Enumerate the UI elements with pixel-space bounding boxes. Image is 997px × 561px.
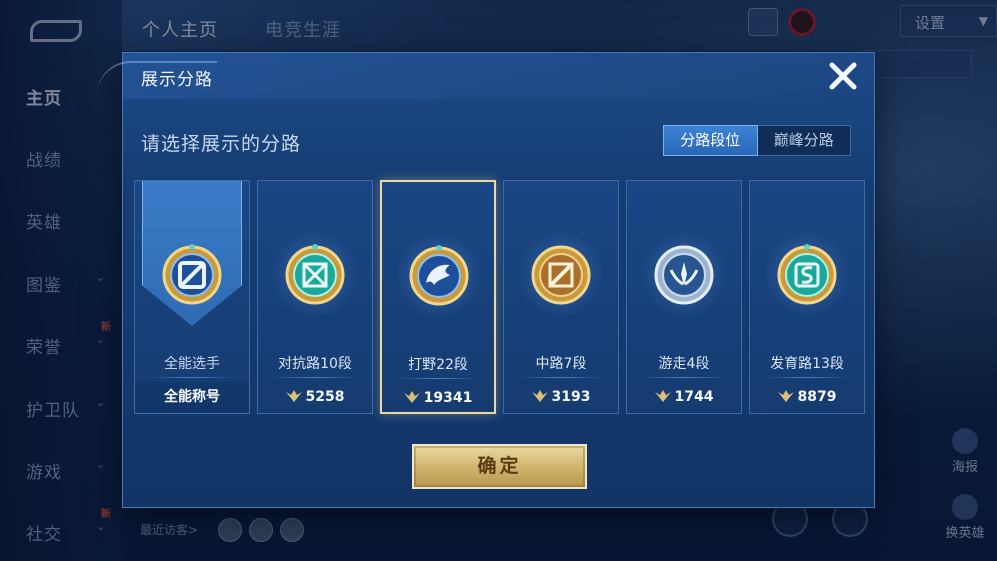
dialog-subtitle: 请选择展示的分路 [141,133,302,155]
lane-name: 中路7段 [535,356,587,372]
divider [641,377,727,378]
lane-card-roam[interactable]: 游走4段 1744 [626,180,742,414]
lane-name: 游走4段 [658,356,710,372]
divider [764,377,850,378]
points-value: 5258 [305,389,345,405]
clash-lane-badge-icon [285,244,345,305]
points-icon [285,390,302,402]
allround-badge-icon [162,244,222,305]
points-value: 8879 [797,389,837,405]
roam-lane-badge-icon [654,245,714,305]
allround-title: 全能称号 [135,382,249,412]
points-icon [777,390,794,402]
lane-points: 5258 [258,382,372,412]
divider [272,377,358,378]
divider [149,377,235,378]
lane-display-dialog: 展示分路 请选择展示的分路 分路段位 巅峰分路 全能选手 全能称号 对抗路10段… [97,52,876,508]
lane-card-list: 全能选手 全能称号 对抗路10段 5258 打野22段 19341 中路7段 3… [134,180,866,414]
points-value: 3193 [551,389,591,405]
divider [396,378,480,379]
lane-card-allround[interactable]: 全能选手 全能称号 [134,180,250,414]
lane-name: 全能选手 [164,356,220,372]
points-value: 19341 [423,390,473,406]
confirm-button[interactable]: 确定 [412,444,587,489]
divider [518,377,604,378]
points-value: 1744 [674,389,714,405]
jungle-lane-badge-icon [409,245,469,306]
mid-lane-badge-icon [531,245,591,305]
lane-name: 打野22段 [408,357,468,373]
lane-card-jungle[interactable]: 打野22段 19341 [380,180,496,414]
lane-points: 3193 [504,382,618,412]
farm-lane-badge-icon [777,244,837,305]
tab-lane-rank[interactable]: 分路段位 [663,125,758,156]
lane-card-farm[interactable]: 发育路13段 8879 [749,180,865,414]
lane-points: 19341 [382,383,494,413]
points-icon [654,390,671,402]
lane-name: 对抗路10段 [278,356,352,372]
close-icon[interactable] [823,56,863,96]
points-icon [531,390,548,402]
lane-name: 发育路13段 [770,356,844,372]
tab-peak-lane[interactable]: 巅峰分路 [758,126,851,155]
dialog-title: 展示分路 [141,70,213,90]
display-mode-toggle: 分路段位 巅峰分路 [663,125,851,156]
lane-card-clash[interactable]: 对抗路10段 5258 [257,180,373,414]
lane-points: 1744 [627,382,741,412]
dialog-header [123,53,876,99]
points-icon [403,391,420,403]
lane-card-mid[interactable]: 中路7段 3193 [503,180,619,414]
lane-points: 8879 [750,382,864,412]
